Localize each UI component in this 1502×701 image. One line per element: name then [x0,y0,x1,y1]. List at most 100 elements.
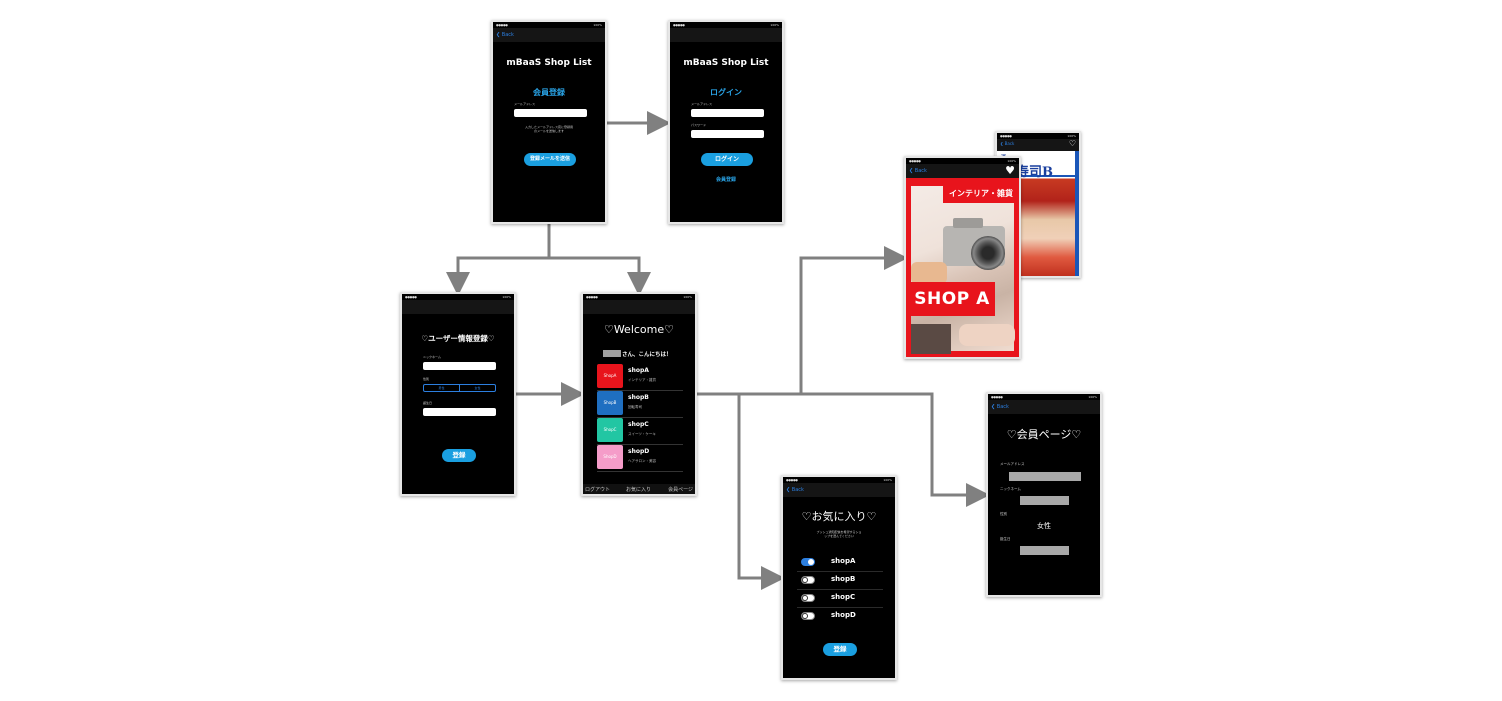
shop-a-thumbnail: ShopA [597,364,623,388]
username-redacted [603,350,621,357]
shop-d-thumbnail: ShopD [597,445,623,469]
signal-indicator: ●●●●● [496,23,508,27]
send-register-mail-button[interactable]: 登録メールを送信 [524,153,576,166]
toggle-knob [802,577,808,583]
greeting-text: さん、こんにちは！ [622,352,672,358]
favorite-row-c: shopC [797,589,883,608]
nav-bar: ❮ Back ♡ [997,139,1079,151]
toggle-knob [808,559,814,565]
arrow-welcome-to-shop [697,246,908,396]
signal-indicator: ●●●●● [586,295,598,299]
password-label: パスワード [691,123,707,127]
greeting-row: さん、こんにちは！ [603,349,683,358]
gender-segmented-control[interactable]: 男性 女性 [423,384,496,392]
back-button[interactable]: ❮ Back [1000,141,1014,146]
gender-option-male[interactable]: 男性 [424,385,459,391]
shop-b-name: shopB [628,394,649,401]
back-button[interactable]: ❮ Back [496,32,514,38]
register-note: 入力したメールアドレス宛に登録用 のメールを送信します [493,125,605,133]
register-note-line-2: のメールを送信します [533,129,564,133]
battery-indicator: 100% [883,478,892,482]
register-heading: 会員登録 [533,88,565,97]
shop-a-photo [911,186,1015,354]
tab-logout[interactable]: ログアウト [585,486,610,493]
signal-indicator: ●●●●● [673,23,685,27]
arrow-welcome-to-favorites [737,394,785,590]
back-button[interactable]: ❮ Back [786,487,804,493]
signal-indicator: ●●●●● [786,478,798,482]
favorite-label-c: shopC [831,593,856,601]
shop-b-thumbnail: ShopB [597,391,623,415]
login-heading: ログイン [710,88,742,97]
birthday-label: 誕生日 [423,401,433,405]
nav-bar: ❮ Back [783,483,895,497]
heart-icon[interactable]: ♥ [1005,164,1015,177]
shop-b-right-border [1075,151,1079,276]
shop-b-category: 回転寿司 [628,405,642,409]
shop-list-item-c[interactable]: ShopC shopC スイーツ・ケーキ [597,418,683,445]
birthday-field[interactable] [423,408,496,416]
screen-login: ●●●●● 100% mBaaS Shop List ログイン メールアドレス … [668,20,784,224]
screen-user-info: ●●●●● 100% ♡ユーザー情報登録♡ ニックネーム 性別 男性 女性 誕生… [400,292,516,496]
favorite-toggle-c[interactable] [801,594,815,602]
gender-option-female[interactable]: 女性 [459,385,495,391]
pastry-left [911,262,947,284]
app-title: mBaaS Shop List [683,58,769,68]
camera-top [953,218,983,228]
favorites-register-button[interactable]: 登録 [823,643,857,656]
battery-indicator: 100% [770,23,779,27]
member-email-label: メールアドレス [1000,462,1025,466]
nav-bar: ❮ Back [988,400,1100,414]
nav-bar: ❮ Back ♥ [906,164,1019,178]
favorite-label-b: shopB [831,575,856,583]
battery-indicator: 100% [683,295,692,299]
tray-dark [911,324,951,354]
favorite-toggle-b[interactable] [801,576,815,584]
register-link[interactable]: 会員登録 [670,176,782,183]
back-button[interactable]: ❮ Back [909,168,927,174]
member-gender-value: 女性 [1037,522,1051,530]
signal-indicator: ●●●●● [405,295,417,299]
battery-indicator: 100% [1007,159,1016,163]
email-field[interactable] [514,109,587,117]
member-email-redacted [1009,472,1081,481]
screen-welcome: ●●●●● 100% ♡Welcome♡ さん、こんにちは！ ShopA sho… [581,292,697,496]
heart-icon[interactable]: ♡ [1069,139,1076,148]
favorite-toggle-d[interactable] [801,612,815,620]
register-button[interactable]: 登録 [442,449,476,462]
welcome-title: ♡Welcome♡ [603,323,675,336]
arrow-register-to-welcome [549,256,651,296]
password-field[interactable] [691,130,764,138]
shop-a-photo-frame: インテリア・雑貨 SHOP A [906,178,1019,357]
email-field[interactable] [691,109,764,117]
member-birthday-redacted [1020,546,1069,555]
favorite-toggle-a[interactable] [801,558,815,566]
favorite-row-d: shopD [797,607,883,625]
screen-favorites: ●●●●● 100% ❮ Back ♡お気に入り♡ プッシュ通知配信を希望するシ… [781,475,897,680]
battery-indicator: 100% [502,295,511,299]
shop-list-item-b[interactable]: ShopB shopB 回転寿司 [597,391,683,418]
email-label: メールアドレス [691,102,713,106]
favorite-label-a: shopA [831,557,856,565]
shop-list-item-a[interactable]: ShopA shopA インテリア・雑貨 [597,364,683,391]
favorite-label-d: shopD [831,611,856,619]
nav-bar: ❮ Back [493,28,605,42]
member-nickname-label: ニックネーム [1000,487,1021,491]
nav-bar [402,300,514,314]
favorite-row-a: shopA [797,553,883,572]
tab-member[interactable]: 会員ページ [668,486,693,493]
member-title: ♡会員ページ♡ [1006,428,1082,441]
back-label: Back [996,404,1009,410]
battery-indicator: 100% [1067,134,1076,138]
nickname-field[interactable] [423,362,496,370]
shop-d-category: ヘアサロン・美容 [628,459,656,463]
login-button[interactable]: ログイン [701,153,753,166]
favorites-note: プッシュ通知配信を希望するショ ップを選んでください [783,530,895,538]
tab-bar: ログアウト お気に入り 会員ページ [583,484,695,494]
camera-lens [971,236,1005,270]
back-button[interactable]: ❮ Back [991,404,1009,410]
tab-favorites[interactable]: お気に入り [626,486,651,493]
shop-list-item-d[interactable]: ShopD shopD ヘアサロン・美容 [597,445,683,472]
favorites-title: ♡お気に入り♡ [801,510,877,523]
signal-indicator: ●●●●● [909,159,921,163]
